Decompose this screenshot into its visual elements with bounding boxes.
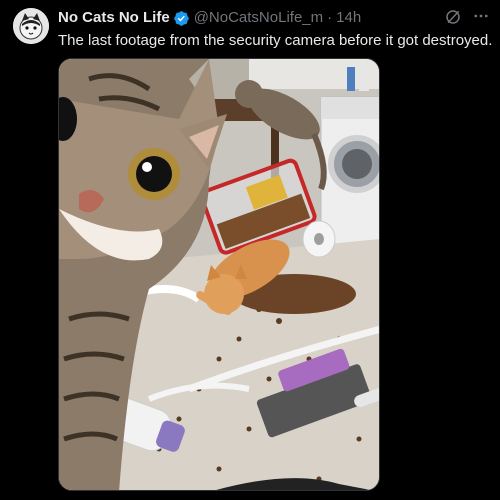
timestamp[interactable]: 14h (336, 8, 361, 28)
tweet-text: The last footage from the security camer… (58, 32, 493, 49)
separator-dot: · (327, 9, 333, 26)
display-name[interactable]: No Cats No Life (58, 8, 170, 28)
user-handle[interactable]: @NoCatsNoLife_m (194, 8, 323, 28)
cat-avatar-icon (13, 8, 49, 44)
verified-badge-icon[interactable] (173, 10, 190, 27)
tweet-header: No Cats No Life @NoCatsNoLife_m · 14h (58, 8, 361, 28)
tweet-photo[interactable] (58, 58, 380, 491)
more-options-icon[interactable] (472, 7, 490, 25)
cat-photo-illustration (59, 59, 379, 490)
grok-icon[interactable] (444, 8, 462, 26)
avatar[interactable] (13, 8, 49, 44)
tweet: No Cats No Life @NoCatsNoLife_m · 14h Th… (0, 0, 500, 500)
